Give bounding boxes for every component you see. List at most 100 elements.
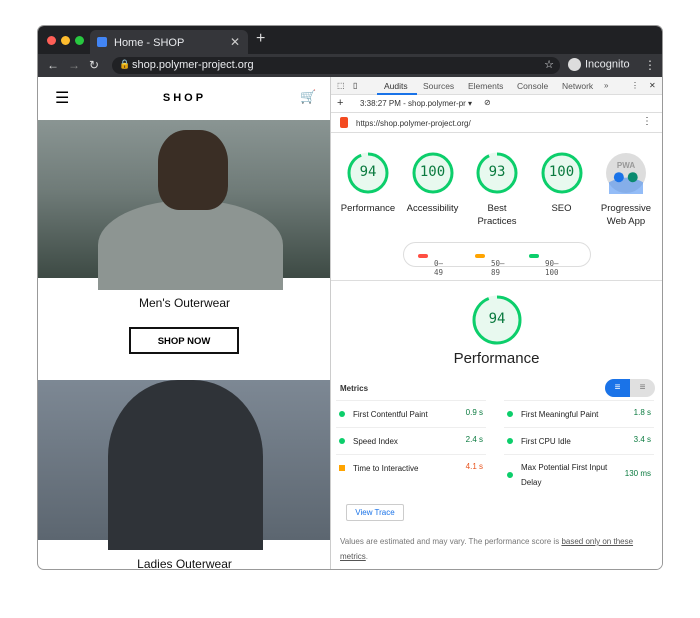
mens-outerwear-image[interactable]	[38, 120, 330, 290]
metric-name: First CPU Idle	[521, 437, 571, 446]
forward-icon[interactable]: →	[68, 58, 80, 72]
score-label: SEO	[551, 203, 572, 214]
new-tab-button[interactable]: +	[256, 30, 265, 48]
score-gauge[interactable]: 93	[476, 152, 518, 194]
score-label: Best Practices	[477, 203, 517, 227]
pwa-badge-text: PWA	[616, 161, 636, 170]
metric-status-icon	[507, 472, 513, 478]
metric-row: First Meaningful Paint 1.8 s	[504, 400, 654, 427]
report-selector-text: 3:38:27 PM - shop.polymer-pr	[360, 99, 466, 108]
clear-icon[interactable]: ⊘	[484, 98, 491, 107]
incognito-badge[interactable]: Incognito	[568, 58, 630, 71]
metric-status-icon	[507, 438, 513, 444]
score-label: Performance	[340, 203, 396, 214]
report-url-bar: https://shop.polymer-project.org/ ⋮	[331, 113, 662, 133]
menu-icon[interactable]: ⋮	[644, 58, 656, 72]
metric-row: Max Potential First Input Delay 130 ms	[504, 454, 654, 494]
compact-view-icon[interactable]: ≡	[605, 379, 630, 397]
bookmark-star-icon[interactable]: ☆	[544, 58, 554, 71]
tab-title: Home - SHOP	[114, 37, 185, 49]
legend-average: 50–89	[475, 251, 505, 277]
cart-icon[interactable]: 🛒	[300, 89, 316, 105]
shop-header: ☰ SHOP 🛒	[38, 77, 330, 120]
devtools-toolbar: ⬚ ▯ Audits Sources Elements Console Netw…	[331, 77, 662, 95]
metric-status-icon	[339, 438, 345, 444]
report-menu-icon[interactable]: ⋮	[642, 116, 652, 127]
legend-label: 0–49	[434, 259, 444, 277]
footnote-end: .	[365, 552, 369, 561]
category-title: Men's Outerwear	[139, 296, 230, 310]
metrics-view-toggle[interactable]: ≡ ≡	[605, 379, 655, 397]
close-devtools-icon[interactable]: ✕	[649, 81, 656, 90]
view-trace-button[interactable]: View Trace	[346, 504, 404, 521]
report-selector[interactable]: 3:38:27 PM - shop.polymer-pr ▾	[360, 99, 472, 108]
new-audit-icon[interactable]: +	[337, 97, 343, 109]
tab-bar: Home - SHOP ✕ +	[38, 26, 662, 54]
tab-sources[interactable]: Sources	[423, 81, 454, 91]
legend-fail: 0–49	[418, 251, 443, 277]
audits-toolbar: + 3:38:27 PM - shop.polymer-pr ▾ ⊘	[331, 95, 662, 113]
legend-label: 50–89	[491, 259, 505, 277]
score-gauge[interactable]: 94	[347, 152, 389, 194]
score-legend: 0–49 50–89 90–100	[403, 242, 591, 277]
reload-icon[interactable]: ↻	[89, 58, 99, 72]
ladies-outerwear-image[interactable]	[38, 380, 330, 550]
score-label: Accessibility	[406, 203, 459, 214]
tab-network[interactable]: Network	[562, 81, 593, 91]
shop-page: ☰ SHOP 🛒 Men's Outerwear SHOP NOW Ladies…	[38, 77, 331, 569]
metric-value: 4.1 s	[465, 462, 483, 471]
lock-icon: 🔒	[119, 59, 131, 69]
close-tab-icon[interactable]: ✕	[230, 35, 240, 49]
inspect-element-icon[interactable]: ⬚	[337, 81, 345, 90]
incognito-label: Incognito	[585, 58, 630, 71]
metric-value: 0.9 s	[465, 408, 483, 417]
footnote: Values are estimated and may vary. The p…	[340, 534, 645, 564]
tab-audits[interactable]: Audits	[384, 81, 408, 91]
metric-value: 2.4 s	[465, 435, 483, 444]
shop-logo[interactable]: SHOP	[38, 92, 330, 104]
tab-console[interactable]: Console	[517, 81, 548, 91]
device-toolbar-icon[interactable]: ▯	[353, 81, 357, 90]
devtools-menu-icon[interactable]: ⋮	[631, 81, 639, 90]
metric-name: Speed Index	[353, 437, 398, 446]
metric-name: First Meaningful Paint	[521, 410, 599, 419]
more-tabs-button[interactable]: »	[604, 81, 608, 90]
divider	[331, 280, 662, 281]
score-gauge[interactable]: 94	[472, 295, 522, 345]
url-field[interactable]: 🔒 shop.polymer-project.org ☆	[112, 57, 560, 74]
metric-name: First Contentful Paint	[353, 410, 428, 419]
expanded-view-icon[interactable]: ≡	[630, 379, 655, 397]
report-url: https://shop.polymer-project.org/	[356, 119, 471, 128]
score-value: 94	[359, 163, 377, 180]
url-text: shop.polymer-project.org	[132, 59, 254, 71]
score-gauge[interactable]: 100	[412, 152, 454, 194]
metric-status-icon	[339, 465, 345, 471]
metric-value: 1.8 s	[633, 408, 651, 417]
section-title: Performance	[453, 350, 540, 367]
metric-status-icon	[339, 411, 345, 417]
score-gauge[interactable]: PWA	[605, 152, 647, 194]
score-value: 94	[488, 310, 506, 327]
back-icon[interactable]: ←	[47, 58, 59, 72]
legend-label: 90–100	[545, 259, 559, 277]
metric-row: First CPU Idle 3.4 s	[504, 427, 654, 454]
metric-row: First Contentful Paint 0.9 s	[336, 400, 486, 427]
metric-value: 130 ms	[624, 469, 651, 478]
metric-row: Time to Interactive 4.1 s	[336, 454, 486, 481]
lighthouse-icon	[340, 117, 348, 128]
category-title: Ladies Outerwear	[137, 557, 232, 569]
browser-tab[interactable]: Home - SHOP ✕	[90, 30, 248, 54]
maximize-window-button[interactable]	[75, 36, 84, 45]
favicon-icon	[97, 37, 107, 47]
metrics-title: Metrics	[340, 384, 369, 393]
address-bar-row: ← → ↻ 🔒 shop.polymer-project.org ☆ Incogni…	[38, 54, 662, 77]
shop-now-button[interactable]: SHOP NOW	[129, 327, 239, 354]
metric-row: Speed Index 2.4 s	[336, 427, 486, 454]
tab-elements[interactable]: Elements	[468, 81, 503, 91]
pwa-badge-icon	[606, 153, 646, 194]
devtools-panel: ⬚ ▯ Audits Sources Elements Console Netw…	[331, 77, 662, 569]
score-gauge[interactable]: 100	[541, 152, 583, 194]
close-window-button[interactable]	[47, 36, 56, 45]
score-value: 100	[419, 163, 446, 180]
minimize-window-button[interactable]	[61, 36, 70, 45]
